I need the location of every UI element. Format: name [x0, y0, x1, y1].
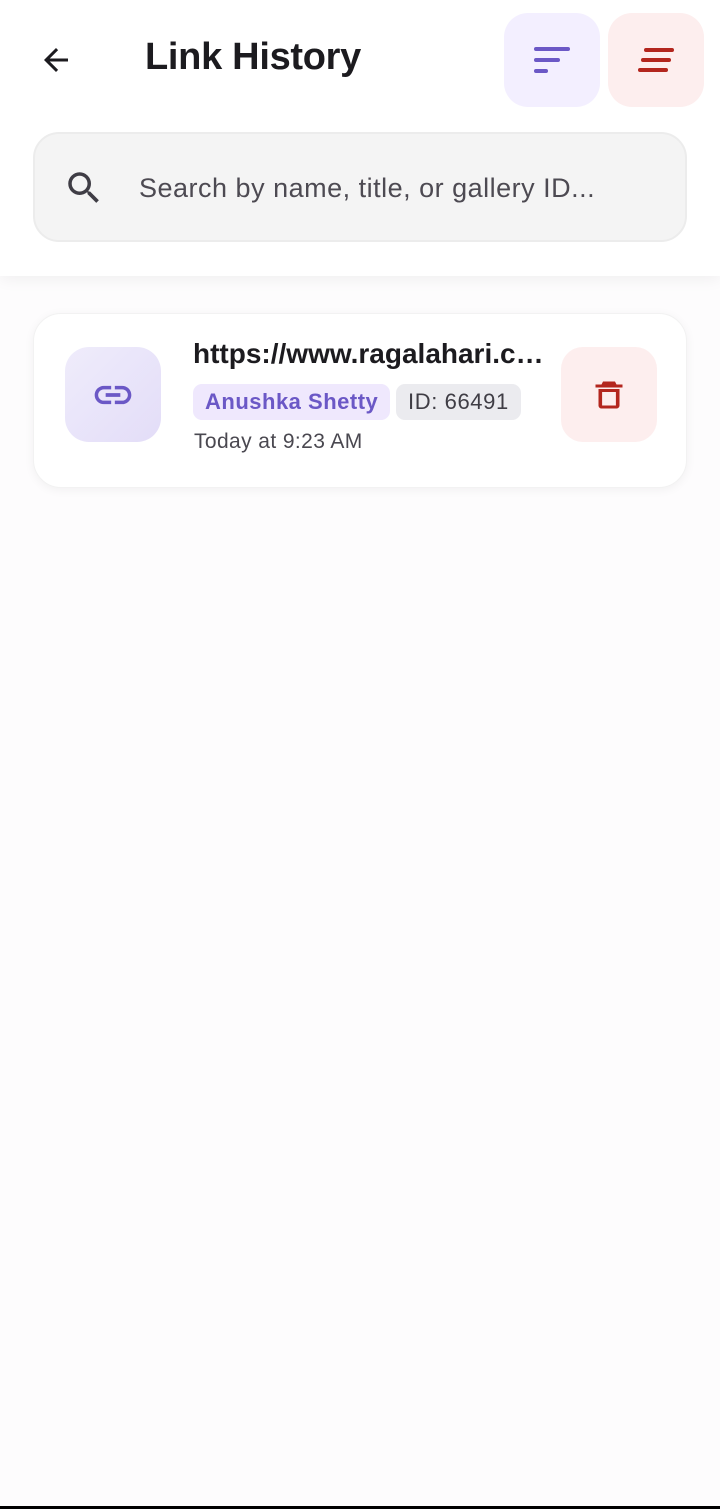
sort-icon	[534, 47, 570, 73]
link-history-screen: Link History Search by name, title, or g…	[0, 0, 720, 1509]
delete-item-button[interactable]	[561, 347, 657, 442]
link-icon	[65, 347, 161, 442]
page-title: Link History	[145, 36, 361, 78]
search-icon	[63, 167, 105, 209]
sort-button[interactable]	[504, 13, 600, 107]
delete-icon	[595, 381, 623, 408]
arrow-left-icon	[44, 48, 68, 72]
gallery-id-tag: ID: 66491	[396, 384, 521, 420]
back-button[interactable]	[26, 30, 86, 90]
search-input[interactable]	[139, 164, 659, 212]
clear-all-icon	[638, 48, 674, 72]
name-tag: Anushka Shetty	[193, 384, 391, 420]
app-header: Link History	[0, 0, 720, 276]
history-item-timestamp: Today at 9:23 AM	[194, 430, 363, 453]
history-item-card[interactable]: https://www.ragalahari.com/actress/... A…	[33, 313, 687, 488]
clear-history-button[interactable]	[608, 13, 704, 107]
search-bar[interactable]	[33, 132, 687, 242]
history-item-url: https://www.ragalahari.com/actress/...	[193, 338, 555, 369]
